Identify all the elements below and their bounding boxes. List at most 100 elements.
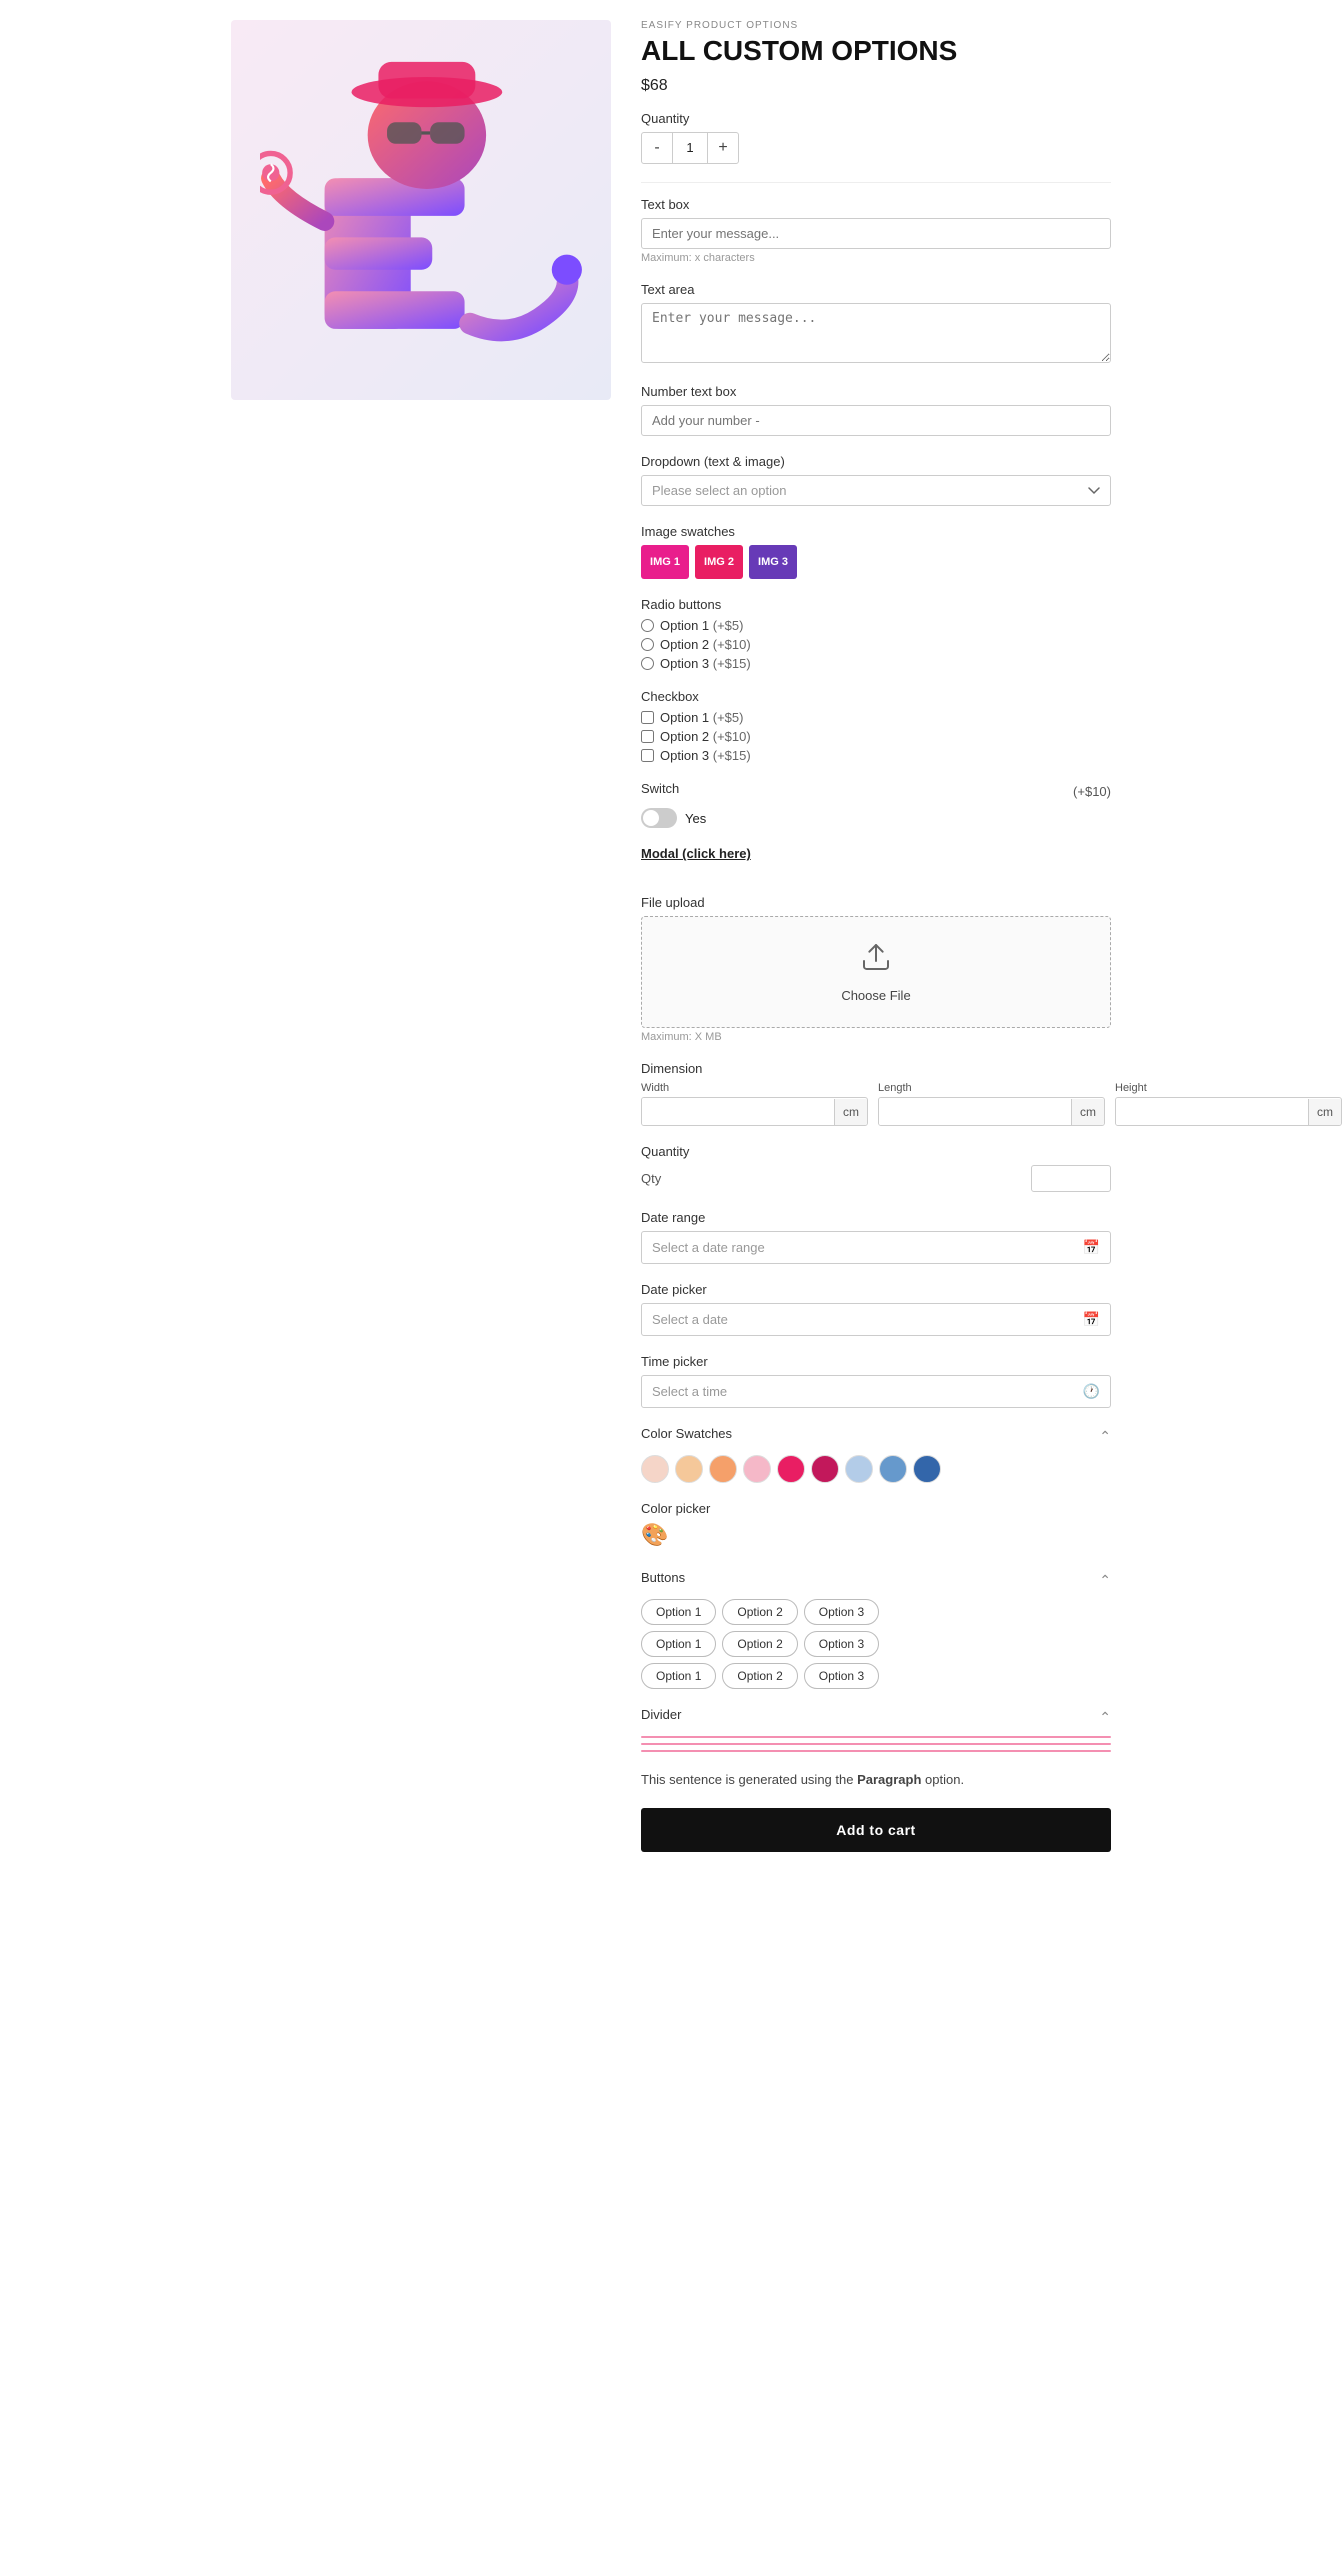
modal-section: Modal (click here) (641, 846, 1111, 877)
img-swatch-1[interactable]: IMG 1 (641, 545, 689, 579)
checkbox-option-3: Option 3 (+$15) (641, 748, 1111, 763)
divider-line-3 (641, 1750, 1111, 1752)
width-unit: cm (834, 1099, 867, 1125)
width-input-wrap: cm (641, 1097, 868, 1126)
width-field: Width cm (641, 1082, 868, 1126)
btn-row2-opt3[interactable]: Option 3 (804, 1631, 879, 1657)
divider-1 (641, 182, 1111, 183)
length-label: Length (878, 1082, 1105, 1094)
btn-row3-opt3[interactable]: Option 3 (804, 1663, 879, 1689)
time-picker-input[interactable]: Select a time 🕐 (641, 1375, 1111, 1408)
dropdown-select[interactable]: Please select an option Option 1 Option … (641, 475, 1111, 506)
quantity2-section: Quantity Qty (641, 1144, 1111, 1192)
calendar-icon: 📅 (1083, 1239, 1100, 1256)
radio-input-3[interactable] (641, 657, 654, 670)
color-swatch-3[interactable] (709, 1455, 737, 1483)
divider-lines (641, 1736, 1111, 1752)
width-input[interactable] (642, 1098, 834, 1125)
radio-buttons-section: Radio buttons Option 1 (+$5) Option 2 (+… (641, 597, 1111, 671)
color-picker-section: Color picker 🎨 (641, 1501, 1111, 1552)
color-swatches-section: Color Swatches ⌃ (641, 1426, 1111, 1483)
checkbox-section: Checkbox Option 1 (+$5) Option 2 (+$10) … (641, 689, 1111, 763)
buttons-header[interactable]: Buttons ⌃ (641, 1570, 1111, 1591)
color-picker-label: Color picker (641, 1501, 1111, 1516)
btn-row2-opt1[interactable]: Option 1 (641, 1631, 716, 1657)
divider-line-1 (641, 1736, 1111, 1738)
divider-header[interactable]: Divider ⌃ (641, 1707, 1111, 1728)
length-input-wrap: cm (878, 1097, 1105, 1126)
btn-row1-opt2[interactable]: Option 2 (722, 1599, 797, 1625)
color-swatch-1[interactable] (641, 1455, 669, 1483)
clock-icon: 🕐 (1083, 1383, 1100, 1400)
add-to-cart-button[interactable]: Add to cart (641, 1808, 1111, 1852)
dimension-section: Dimension Width cm Length cm (641, 1061, 1111, 1126)
switch-price: (+$10) (1073, 784, 1111, 799)
radio-label-1: Option 1 (+$5) (660, 618, 743, 633)
product-price: $68 (641, 77, 1111, 95)
switch-value-label: Yes (685, 811, 706, 826)
quantity-section: Quantity - 1 + (641, 111, 1111, 164)
color-picker-button[interactable]: 🎨 (641, 1522, 671, 1552)
checkbox-input-1[interactable] (641, 711, 654, 724)
length-input[interactable] (879, 1098, 1071, 1125)
calendar-icon-2: 📅 (1083, 1311, 1100, 1328)
color-swatch-8[interactable] (879, 1455, 907, 1483)
toggle-switch[interactable] (641, 808, 677, 828)
paragraph-text: This sentence is generated using the Par… (641, 1770, 1111, 1790)
color-swatches-header[interactable]: Color Swatches ⌃ (641, 1426, 1111, 1447)
color-swatch-4[interactable] (743, 1455, 771, 1483)
paragraph-highlighted: Paragraph (857, 1772, 921, 1787)
date-range-input[interactable]: Select a date range 📅 (641, 1231, 1111, 1264)
radio-input-1[interactable] (641, 619, 654, 632)
date-picker-input[interactable]: Select a date 📅 (641, 1303, 1111, 1336)
textarea-input[interactable] (641, 303, 1111, 363)
color-swatch-2[interactable] (675, 1455, 703, 1483)
number-textbox-label: Number text box (641, 384, 1111, 399)
btn-row3-opt2[interactable]: Option 2 (722, 1663, 797, 1689)
color-swatch-5[interactable] (777, 1455, 805, 1483)
buttons-label: Buttons (641, 1570, 685, 1585)
divider-line-2 (641, 1743, 1111, 1745)
checkbox-input-2[interactable] (641, 730, 654, 743)
checkbox-option-1: Option 1 (+$5) (641, 710, 1111, 725)
height-input-wrap: cm (1115, 1097, 1342, 1126)
checkbox-input-3[interactable] (641, 749, 654, 762)
textarea-label: Text area (641, 282, 1111, 297)
textbox-input[interactable] (641, 218, 1111, 249)
file-upload-hint: Maximum: X MB (641, 1031, 1111, 1043)
file-upload-section: File upload Choose File Maximum: X MB (641, 895, 1111, 1043)
qty-increment-button[interactable]: + (708, 133, 738, 163)
divider-section: Divider ⌃ (641, 1707, 1111, 1752)
date-picker-placeholder: Select a date (652, 1312, 728, 1327)
modal-link[interactable]: Modal (click here) (641, 846, 751, 861)
quantity2-input[interactable] (1031, 1165, 1111, 1192)
product-details-col: EASIFY PRODUCT OPTIONS ALL CUSTOM OPTION… (641, 20, 1111, 1852)
btn-row3-opt1[interactable]: Option 1 (641, 1663, 716, 1689)
btn-row2-opt2[interactable]: Option 2 (722, 1631, 797, 1657)
file-upload-box[interactable]: Choose File (641, 916, 1111, 1028)
img-swatch-3[interactable]: IMG 3 (749, 545, 797, 579)
length-unit: cm (1071, 1099, 1104, 1125)
number-textbox-input[interactable] (641, 405, 1111, 436)
radio-option-1: Option 1 (+$5) (641, 618, 1111, 633)
btn-row1-opt1[interactable]: Option 1 (641, 1599, 716, 1625)
product-image-col (231, 20, 611, 1852)
height-input[interactable] (1116, 1098, 1308, 1125)
color-swatches-grid (641, 1455, 1111, 1483)
image-swatches-label: Image swatches (641, 524, 1111, 539)
quantity-label: Quantity (641, 111, 1111, 126)
radio-input-2[interactable] (641, 638, 654, 651)
buttons-section: Buttons ⌃ Option 1 Option 2 Option 3 Opt… (641, 1570, 1111, 1689)
color-swatch-7[interactable] (845, 1455, 873, 1483)
img-swatch-2[interactable]: IMG 2 (695, 545, 743, 579)
qty-stepper: - 1 + (641, 132, 739, 164)
qty-decrement-button[interactable]: - (642, 133, 672, 163)
switch-label: Switch (641, 781, 679, 796)
textbox-hint: Maximum: x characters (641, 252, 1111, 264)
btn-row1-opt3[interactable]: Option 3 (804, 1599, 879, 1625)
checkbox-label-2: Option 2 (+$10) (660, 729, 751, 744)
switch-section: Switch (+$10) Yes (641, 781, 1111, 828)
color-swatch-9[interactable] (913, 1455, 941, 1483)
color-swatch-6[interactable] (811, 1455, 839, 1483)
page-wrapper: EASIFY PRODUCT OPTIONS ALL CUSTOM OPTION… (221, 0, 1121, 1872)
